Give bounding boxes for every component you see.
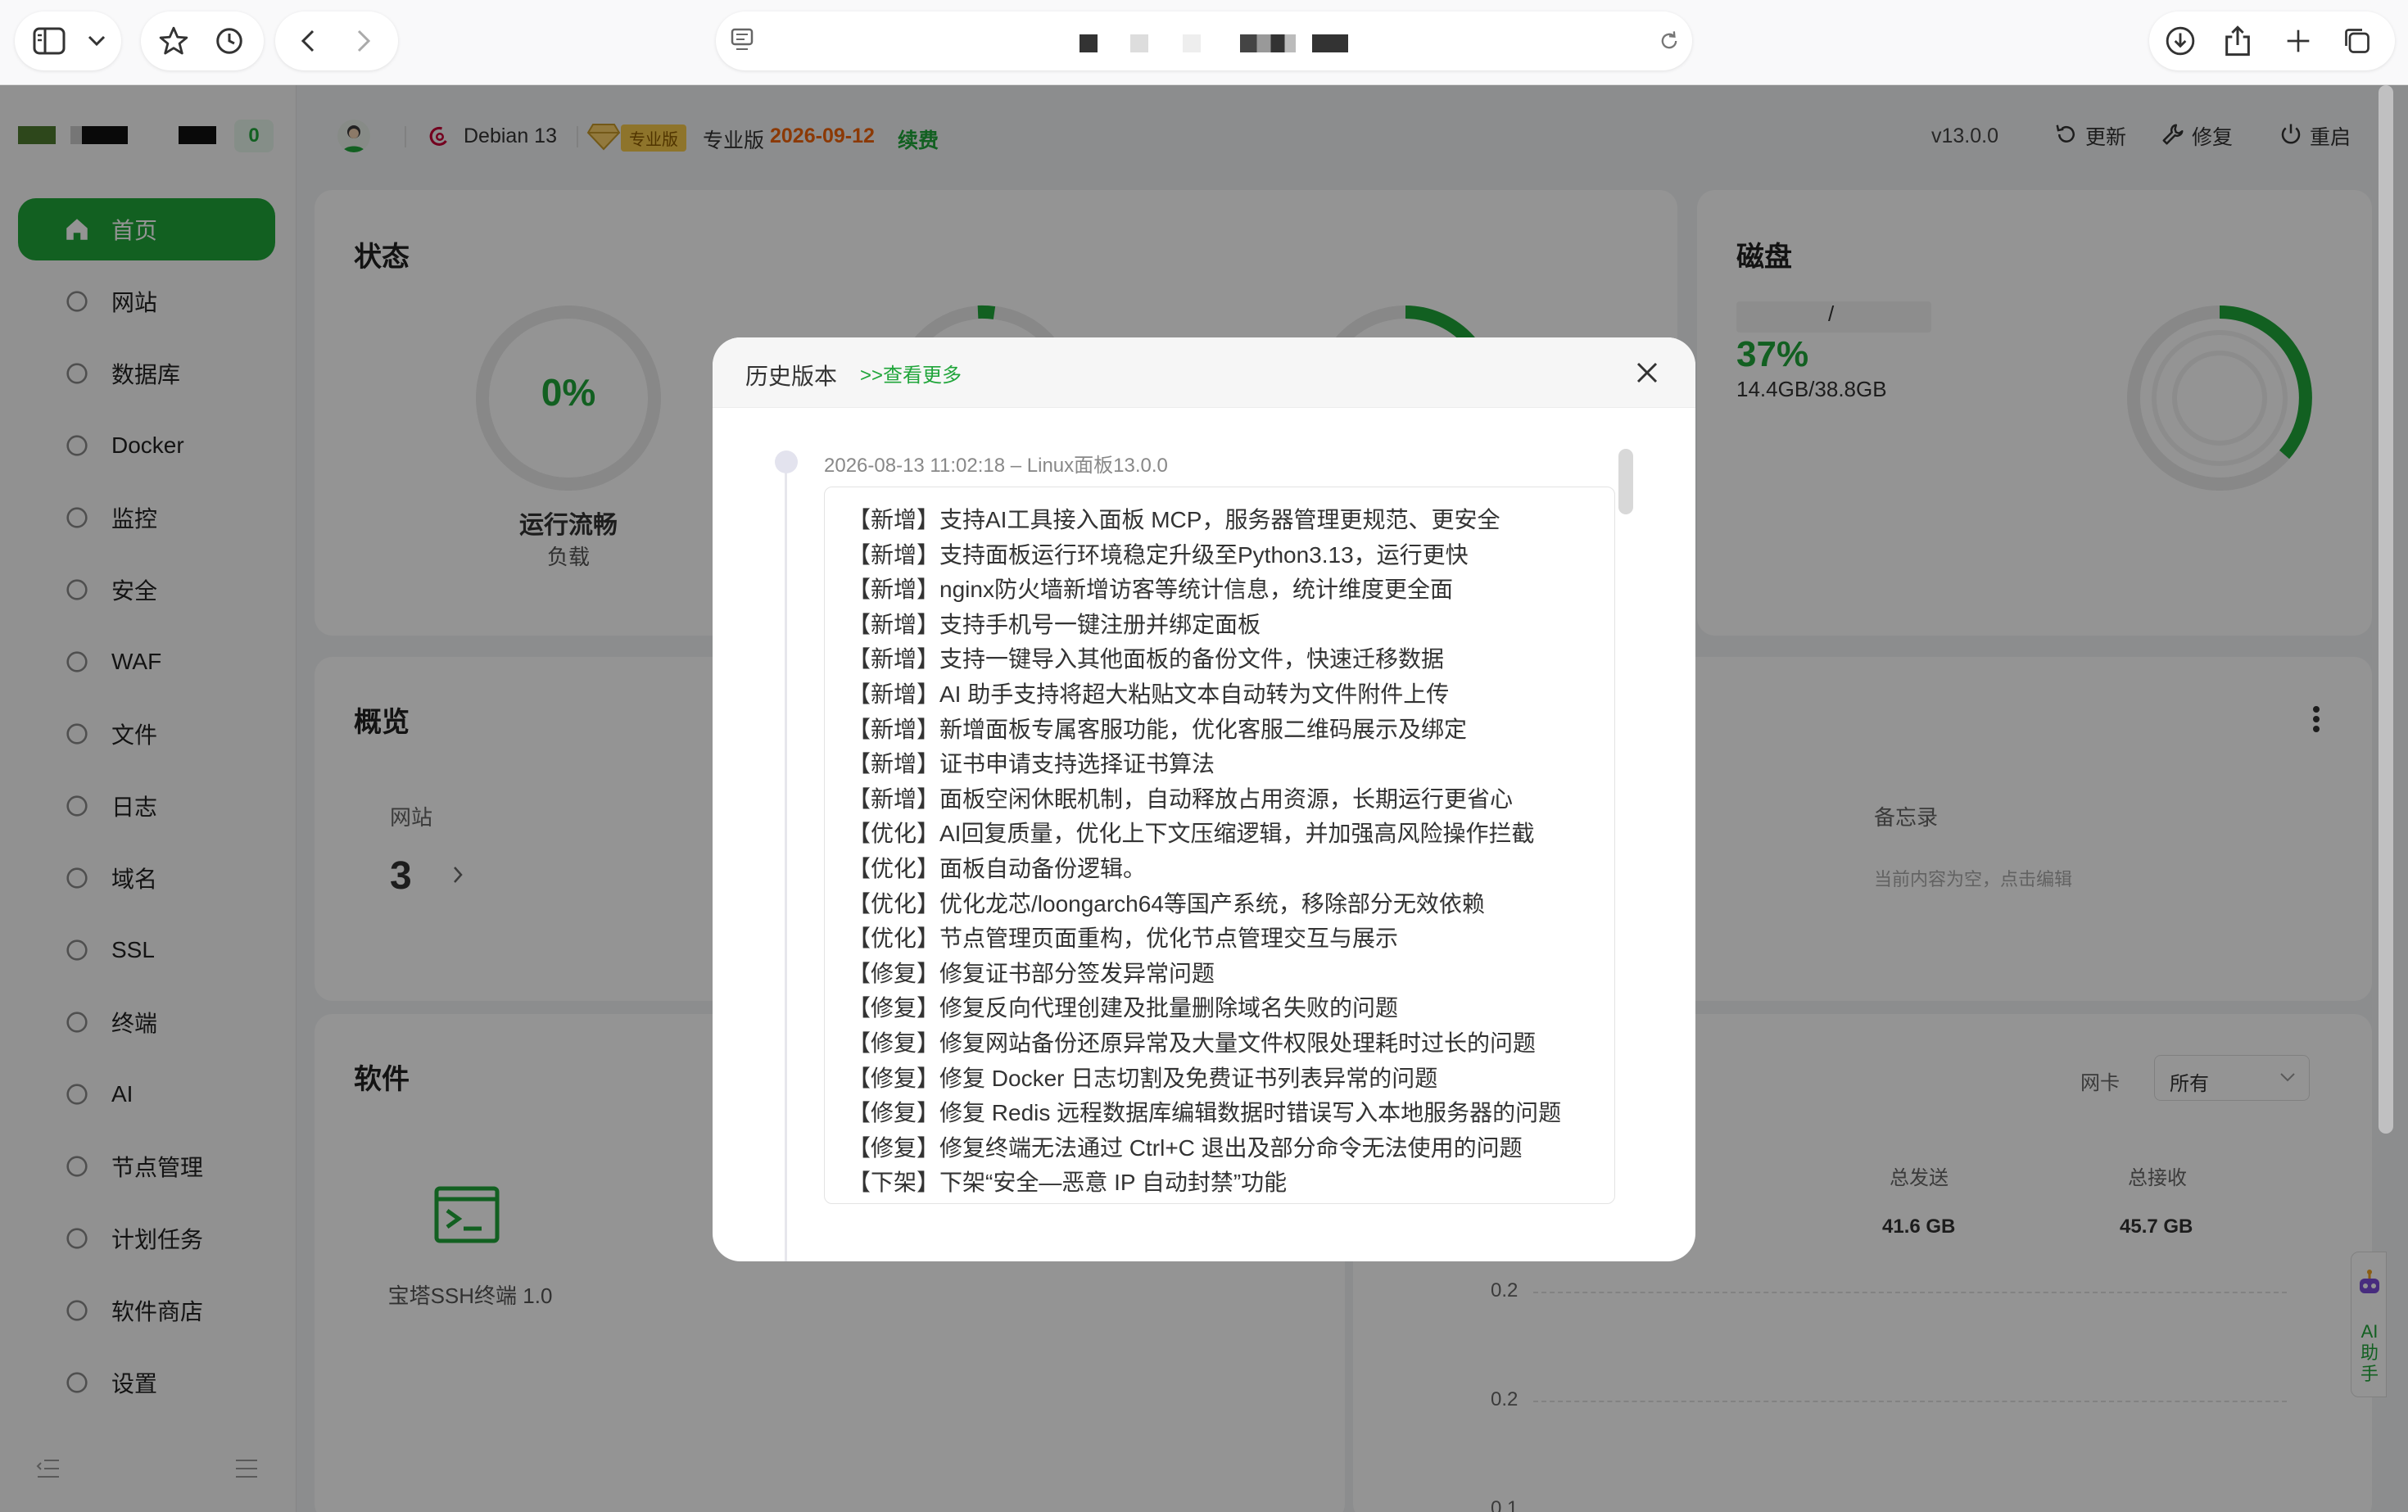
star-icon[interactable] bbox=[154, 21, 193, 61]
dialog-title: 历史版本 bbox=[745, 364, 838, 389]
changelog-item: 【新增】支持手机号一键注册并绑定面板 bbox=[848, 611, 1261, 637]
entry-header: 2026-08-13 11:02:18 – Linux面板13.0.0 bbox=[824, 455, 1168, 477]
changelog-item: 【新增】nginx防火墙新增访客等统计信息，统计维度更全面 bbox=[848, 577, 1453, 603]
right-actions-group bbox=[2149, 11, 2395, 70]
chevron-down-icon[interactable] bbox=[77, 21, 116, 61]
forward-icon[interactable] bbox=[344, 21, 383, 61]
changelog-item: 【修复】修复证书部分签发异常问题 bbox=[848, 960, 1215, 986]
tabs-icon[interactable] bbox=[2338, 21, 2377, 61]
timeline-dot bbox=[775, 450, 798, 473]
changelog-item: 【修复】修复 Redis 远程数据库编辑数据时错误写入本地服务器的问题 bbox=[848, 1100, 1562, 1126]
browser-toolbar bbox=[0, 0, 2408, 85]
changelog-item: 【优化】面板自动备份逻辑。 bbox=[848, 856, 1147, 881]
sidebar-icon[interactable] bbox=[29, 21, 69, 61]
changelog-item: 【下架】下架“安全—恶意 IP 自动封禁”功能 bbox=[848, 1170, 1288, 1196]
changelog-item: 【修复】修复 Docker 日志切割及免费证书列表异常的问题 bbox=[848, 1065, 1438, 1091]
timeline-line bbox=[785, 469, 787, 1261]
url-redacted bbox=[1240, 34, 1296, 52]
changelog-box: 【新增】支持AI工具接入面板 MCP，服务器管理更规范、更安全 【新增】支持面板运… bbox=[824, 487, 1615, 1204]
history-icon[interactable] bbox=[210, 21, 249, 61]
reader-icon[interactable] bbox=[731, 28, 754, 57]
changelog-item: 【修复】修复终端无法通过 Ctrl+C 退出及部分命令无法使用的问题 bbox=[848, 1134, 1523, 1161]
page-scrollbar[interactable] bbox=[2375, 85, 2397, 1512]
url-redacted bbox=[1080, 34, 1098, 52]
changelog-item: 【新增】支持一键导入其他面板的备份文件，快速迁移数据 bbox=[848, 646, 1445, 672]
reload-icon[interactable] bbox=[1658, 29, 1681, 57]
url-redacted bbox=[1312, 34, 1348, 52]
changelog-item: 【修复】修复反向代理创建及批量删除域名失败的问题 bbox=[848, 995, 1399, 1021]
page-scrollbar-thumb[interactable] bbox=[2379, 85, 2393, 1134]
plus-icon[interactable] bbox=[2279, 21, 2318, 61]
address-bar[interactable] bbox=[716, 11, 1692, 70]
changelog-item: 【新增】AI 助手支持将超大粘贴文本自动转为文件附件上传 bbox=[848, 681, 1450, 707]
changelog-item: 【新增】新增面板专属客服功能，优化客服二维码展示及绑定 bbox=[848, 716, 1468, 742]
back-icon[interactable] bbox=[288, 21, 328, 61]
dialog-header: 历史版本 >>查看更多 bbox=[713, 337, 1695, 408]
changelog-item: 【新增】支持面板运行环境稳定升级至Python3.13，运行更快 bbox=[848, 541, 1469, 568]
nav-group bbox=[275, 11, 398, 70]
url-redacted bbox=[1183, 34, 1201, 52]
changelog-item: 【新增】支持AI工具接入面板 MCP，服务器管理更规范、更安全 bbox=[848, 507, 1500, 532]
changelog-item: 【新增】证书申请支持选择证书算法 bbox=[848, 751, 1215, 777]
changelog-item: 【新增】面板空闲休眠机制，自动释放占用资源，长期运行更省心 bbox=[848, 785, 1514, 812]
sidebar-toggle-group bbox=[15, 11, 121, 70]
changelog-item: 【修复】修复网站备份还原异常及大量文件权限处理耗时过长的问题 bbox=[848, 1030, 1537, 1056]
changelog-item: 【优化】AI回复质量，优化上下文压缩逻辑，并加强高风险操作拦截 bbox=[848, 821, 1535, 847]
share-icon[interactable] bbox=[2218, 21, 2257, 61]
changelog-item: 【修复】修复若干已知问题，提升面板稳定性 bbox=[848, 1202, 1306, 1203]
view-more-link[interactable]: >>查看更多 bbox=[860, 359, 962, 387]
changelog-item: 【优化】节点管理页面重构，优化节点管理交互与展示 bbox=[848, 926, 1399, 952]
download-icon[interactable] bbox=[2161, 21, 2200, 61]
url-redacted bbox=[1130, 34, 1148, 52]
changelog-item: 【优化】优化龙芯/loongarch64等国产系统，移除部分无效依赖 bbox=[848, 890, 1485, 917]
close-icon[interactable] bbox=[1635, 360, 1659, 389]
bookmark-group bbox=[141, 11, 264, 70]
dialog-scrollbar[interactable] bbox=[1618, 449, 1633, 514]
